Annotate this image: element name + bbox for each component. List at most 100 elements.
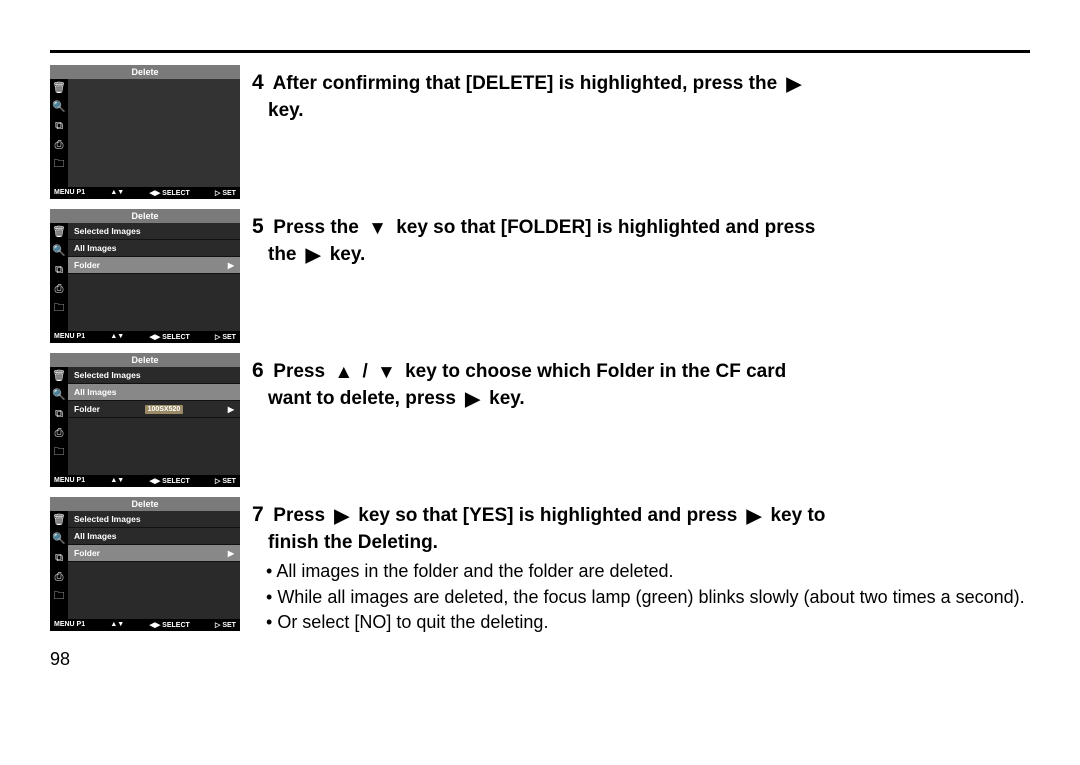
step-text: finish the Deleting. [268,532,438,553]
step-number: 7 [252,501,268,529]
step-text: Press the [273,217,359,238]
status-updown: ▲▼ [110,477,124,485]
print-icon: ⎙ [50,280,68,299]
step-text: key. [268,100,304,121]
status-select: ◀▶ SELECT [149,189,189,197]
step-text: key so that [YES] is highlighted and pre… [358,505,737,526]
lcd-sidebar-icons: 🗑 🔍 ⧉ ⎙ 🗀 [50,511,68,619]
chevron-right-icon: ▶ [228,549,234,558]
status-set: ▷ SET [215,621,236,629]
step-text: After confirming that [DELETE] is highli… [273,73,778,94]
menu-item: Selected Images [68,367,240,384]
menu-item-highlighted: Folder▶ [68,545,240,562]
status-set: ▷ SET [215,477,236,485]
horizontal-rule [50,50,1030,53]
status-set: ▷ SET [215,189,236,197]
step-instruction: 4 After confirming that [DELETE] is high… [252,65,1030,123]
step-text: key. [489,388,525,409]
step-text: Press [273,361,325,382]
lcd-menu-area: Selected Images All Images Folder100SX52… [68,367,240,475]
status-left: MENU P1 [54,189,85,197]
status-updown: ▲▼ [110,333,124,341]
menu-item-highlighted: All Images [68,384,240,401]
lcd-title: Delete [50,497,240,511]
lcd-sidebar-icons: 🗑 🔍 ⧉ ⎙ 🗀 [50,367,68,475]
print-icon: ⎙ [50,424,68,443]
right-triangle-icon: ▶ [786,72,801,98]
status-left: MENU P1 [54,333,85,341]
step-instruction: 7 Press ▶ key so that [YES] is highlight… [252,497,1030,635]
step-text: Press [273,505,325,526]
step-text: key so that [FOLDER] is highlighted and … [396,217,815,238]
up-triangle-icon: ▲ [334,360,353,386]
down-triangle-icon: ▼ [368,216,387,242]
lcd-status-bar: MENU P1 ▲▼ ◀▶ SELECT ▷ SET [50,187,240,199]
lcd-menu-area: Selected Images All Images Folder▶ [68,223,240,331]
folder-icon: 🗀 [50,155,68,174]
menu-item: Folder100SX520▶ [68,401,240,418]
print-icon: ⎙ [50,568,68,587]
step-instruction: 6 Press ▲ / ▼ key to choose which Folder… [252,353,1030,412]
lcd-title: Delete [50,209,240,223]
step-text: key to [770,505,825,526]
manual-page: Delete 🗑 🔍 ⧉ ⎙ 🗀 MENU P1 ▲▼ [0,0,1080,765]
page-number: 98 [50,649,1030,670]
menu-item-highlighted: Folder▶ [68,257,240,274]
camera-lcd-screenshot: Delete 🗑 🔍 ⧉ ⎙ 🗀 Selected Images All Ima… [50,353,240,483]
chevron-right-icon: ▶ [228,405,234,414]
menu-item: All Images [68,240,240,257]
magnify-icon: 🔍 [50,530,68,549]
camera-lcd-screenshot: Delete 🗑 🔍 ⧉ ⎙ 🗀 Selected Images All Ima… [50,497,240,627]
trash-icon: 🗑 [50,223,68,242]
status-left: MENU P1 [54,477,85,485]
step-instruction: 5 Press the ▼ key so that [FOLDER] is hi… [252,209,1030,268]
status-select: ◀▶ SELECT [149,333,189,341]
bullet-item: Or select [NO] to quit the deleting. [266,610,1030,634]
step-text: key to choose which Folder in the CF car… [405,361,786,382]
trash-icon: 🗑 [50,79,68,98]
print-icon: ⎙ [50,136,68,155]
step-number: 6 [252,357,268,385]
lcd-status-bar: MENU P1 ▲▼ ◀▶ SELECT ▷ SET [50,475,240,487]
folder-icon: 🗀 [50,443,68,462]
status-updown: ▲▼ [110,189,124,197]
lcd-sidebar-icons: 🗑 🔍 ⧉ ⎙ 🗀 [50,79,68,187]
camera-lcd-screenshot: Delete 🗑 🔍 ⧉ ⎙ 🗀 Selected Images All Ima… [50,209,240,339]
slideshow-icon: ⧉ [50,549,68,568]
lcd-status-bar: MENU P1 ▲▼ ◀▶ SELECT ▷ SET [50,619,240,631]
down-triangle-icon: ▼ [377,360,396,386]
slideshow-icon: ⧉ [50,405,68,424]
menu-item: All Images [68,528,240,545]
step-row: Delete 🗑 🔍 ⧉ ⎙ 🗀 Selected Images All Ima… [50,353,1030,483]
trash-icon: 🗑 [50,511,68,530]
status-select: ◀▶ SELECT [149,477,189,485]
slideshow-icon: ⧉ [50,261,68,280]
step-number: 4 [252,69,268,97]
chevron-right-icon: ▶ [228,261,234,270]
magnify-icon: 🔍 [50,242,68,261]
menu-item: Selected Images [68,511,240,528]
step-number: 5 [252,213,268,241]
lcd-menu-area: Selected Images All Images Folder▶ [68,511,240,619]
folder-icon: 🗀 [50,299,68,318]
step-text: want to delete, press [268,388,456,409]
lcd-status-bar: MENU P1 ▲▼ ◀▶ SELECT ▷ SET [50,331,240,343]
right-triangle-icon: ▶ [465,387,480,413]
trash-icon: 🗑 [50,367,68,386]
status-left: MENU P1 [54,621,85,629]
step-bullets: All images in the folder and the folder … [266,559,1030,634]
lcd-menu-area [68,79,240,187]
step-text: / [362,361,367,382]
step-row: Delete 🗑 🔍 ⧉ ⎙ 🗀 Selected Images All Ima… [50,497,1030,635]
step-row: Delete 🗑 🔍 ⧉ ⎙ 🗀 MENU P1 ▲▼ [50,65,1030,195]
step-text: the [268,244,297,265]
step-text: key. [330,244,366,265]
lcd-sidebar-icons: 🗑 🔍 ⧉ ⎙ 🗀 [50,223,68,331]
right-triangle-icon: ▶ [747,504,762,530]
step-row: Delete 🗑 🔍 ⧉ ⎙ 🗀 Selected Images All Ima… [50,209,1030,339]
magnify-icon: 🔍 [50,98,68,117]
lcd-title: Delete [50,65,240,79]
folder-badge: 100SX520 [145,405,184,414]
bullet-item: All images in the folder and the folder … [266,559,1030,583]
status-select: ◀▶ SELECT [149,621,189,629]
